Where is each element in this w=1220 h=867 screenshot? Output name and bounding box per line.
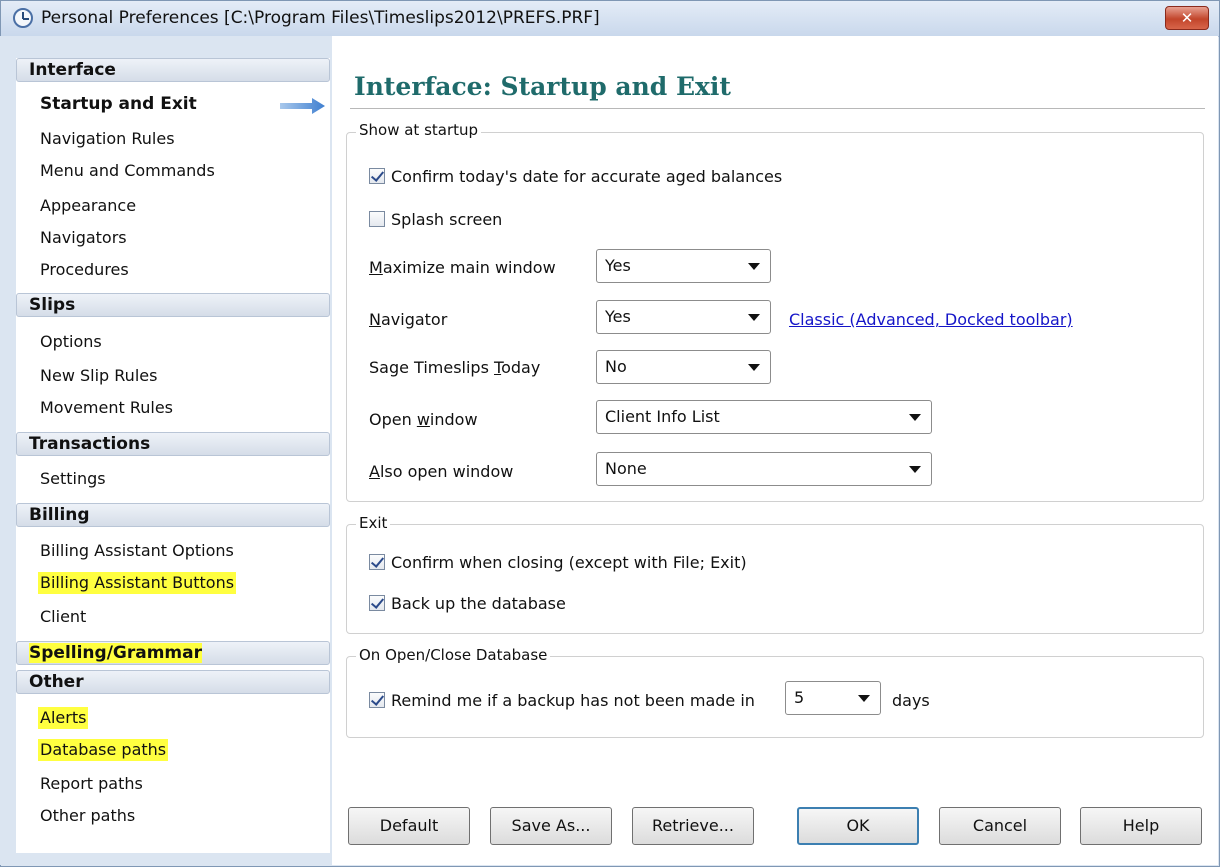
confirm-close-row[interactable]: Confirm when closing (except with File; … <box>369 553 747 572</box>
ok-button[interactable]: OK <box>797 807 919 845</box>
sidebar-header-interface[interactable]: Interface <box>16 58 330 82</box>
today-label: Sage Timeslips Today <box>369 358 541 377</box>
splash-checkbox[interactable] <box>369 211 385 227</box>
remind-days-value: 5 <box>794 688 805 707</box>
default-button[interactable]: Default <box>348 807 470 845</box>
maximize-label: Maximize main window <box>369 258 556 277</box>
splash-row[interactable]: Splash screen <box>369 210 502 229</box>
sidebar-item-startup-and-exit[interactable]: Startup and Exit <box>38 93 199 115</box>
sidebar-item-new-slip-rules[interactable]: New Slip Rules <box>38 365 159 387</box>
help-button[interactable]: Help <box>1080 807 1202 845</box>
sidebar-item-menu-and-commands[interactable]: Menu and Commands <box>38 160 217 182</box>
open-window-label: Open window <box>369 410 478 429</box>
also-open-select[interactable]: None <box>596 452 932 486</box>
navigator-style-link[interactable]: Classic (Advanced, Docked toolbar) <box>789 310 1073 329</box>
exit-group <box>346 524 1204 634</box>
splash-label: Splash screen <box>391 210 503 229</box>
sidebar-header-slips[interactable]: Slips <box>16 293 330 317</box>
remind-label: Remind me if a backup has not been made … <box>391 691 755 710</box>
backup-checkbox[interactable] <box>369 595 385 611</box>
today-select[interactable]: No <box>596 350 771 384</box>
sidebar-item-settings[interactable]: Settings <box>38 468 108 490</box>
arrow-right-icon <box>280 98 325 114</box>
exit-group-label: Exit <box>356 514 391 532</box>
sidebar-item-database-paths[interactable]: Database paths <box>38 739 169 761</box>
maximize-select[interactable]: Yes <box>596 249 771 283</box>
chevron-down-icon <box>858 695 870 702</box>
open-window-select[interactable]: Client Info List <box>596 400 932 434</box>
confirm-date-checkbox[interactable] <box>369 168 385 184</box>
sidebar-item-report-paths[interactable]: Report paths <box>38 773 145 795</box>
sidebar-header-label: Spelling/Grammar <box>29 643 202 663</box>
title-bar[interactable]: Personal Preferences [C:\Program Files\T… <box>1 1 1219 37</box>
maximize-value: Yes <box>605 256 631 275</box>
navigator-label: Navigator <box>369 310 448 329</box>
confirm-date-row[interactable]: Confirm today's date for accurate aged b… <box>369 167 782 186</box>
save-as-button[interactable]: Save As... <box>490 807 612 845</box>
remind-row[interactable]: Remind me if a backup has not been made … <box>369 691 755 710</box>
sidebar-item-billing-assistant-buttons[interactable]: Billing Assistant Buttons <box>38 572 237 594</box>
sidebar-item-client[interactable]: Client <box>38 606 88 628</box>
sidebar-item-other-paths[interactable]: Other paths <box>38 805 137 827</box>
sidebar-item-navigators[interactable]: Navigators <box>38 227 129 249</box>
sidebar-item-movement-rules[interactable]: Movement Rules <box>38 397 175 419</box>
backup-label: Back up the database <box>391 594 566 613</box>
sidebar-item-procedures[interactable]: Procedures <box>38 259 131 281</box>
also-open-label: Also open window <box>369 462 514 481</box>
remind-checkbox[interactable] <box>369 692 385 708</box>
confirm-date-label: Confirm today's date for accurate aged b… <box>391 167 783 186</box>
navigator-select[interactable]: Yes <box>596 300 771 334</box>
sidebar-item-navigation-rules[interactable]: Navigation Rules <box>38 128 177 150</box>
close-button[interactable]: ✕ <box>1165 6 1209 30</box>
startup-group-label: Show at startup <box>356 121 482 139</box>
confirm-close-checkbox[interactable] <box>369 554 385 570</box>
retrieve-button[interactable]: Retrieve... <box>632 807 754 845</box>
clock-icon <box>13 8 33 28</box>
navigator-value: Yes <box>605 307 631 326</box>
sidebar-header-spelling-grammar[interactable]: Spelling/Grammar <box>16 641 330 665</box>
open-window-value: Client Info List <box>605 407 720 426</box>
today-value: No <box>605 357 627 376</box>
sidebar-item-alerts[interactable]: Alerts <box>38 707 89 729</box>
backup-row[interactable]: Back up the database <box>369 594 566 613</box>
remind-days-select[interactable]: 5 <box>785 681 881 715</box>
sidebar-item-billing-assistant-options[interactable]: Billing Assistant Options <box>38 540 236 562</box>
chevron-down-icon <box>748 263 760 270</box>
sidebar-header-other[interactable]: Other <box>16 670 330 694</box>
confirm-close-label: Confirm when closing (except with File; … <box>391 553 747 572</box>
title-divider <box>350 108 1205 109</box>
sidebar-header-transactions[interactable]: Transactions <box>16 432 330 456</box>
chevron-down-icon <box>748 364 760 371</box>
chevron-down-icon <box>748 314 760 321</box>
startup-group <box>346 132 1204 502</box>
sidebar-item-appearance[interactable]: Appearance <box>38 195 138 217</box>
chevron-down-icon <box>909 466 921 473</box>
open-close-group-label: On Open/Close Database <box>356 646 551 664</box>
page-title: Interface: Startup and Exit <box>354 72 731 101</box>
chevron-down-icon <box>909 414 921 421</box>
cancel-button[interactable]: Cancel <box>939 807 1061 845</box>
sidebar-header-billing[interactable]: Billing <box>16 503 330 527</box>
sidebar-item-options[interactable]: Options <box>38 331 104 353</box>
window-title: Personal Preferences [C:\Program Files\T… <box>41 8 600 28</box>
remind-days-suffix: days <box>892 691 930 710</box>
also-open-value: None <box>605 459 647 478</box>
